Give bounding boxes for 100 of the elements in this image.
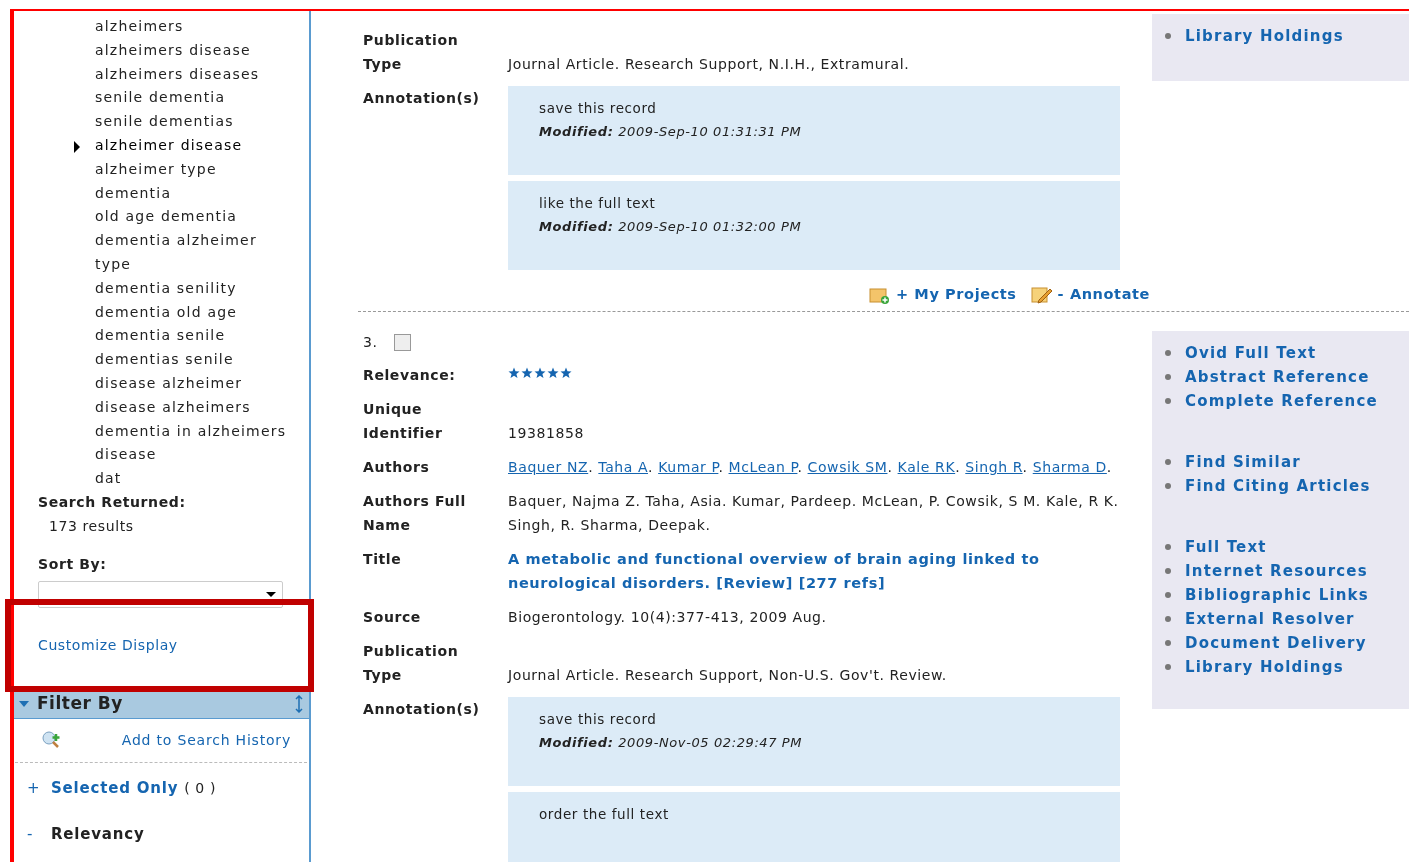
star-icon bbox=[547, 366, 559, 379]
search-term-link[interactable]: disease alzheimer bbox=[95, 371, 291, 396]
separator: . bbox=[718, 458, 724, 475]
filter-link[interactable]: Selected Only bbox=[51, 776, 179, 800]
bullet-icon bbox=[1165, 543, 1171, 550]
separator: . bbox=[1022, 458, 1028, 475]
search-term-link[interactable]: disease alzheimers bbox=[95, 395, 291, 420]
search-term-link[interactable]: alzheimers bbox=[95, 15, 291, 39]
record-checkbox[interactable] bbox=[393, 334, 411, 352]
field-label: Authors Full Name bbox=[363, 491, 467, 535]
search-term-link[interactable]: alzheimers diseases bbox=[95, 62, 291, 87]
resource-link[interactable]: External Resolver bbox=[1185, 607, 1355, 630]
filter-heading: Relevancy bbox=[51, 824, 145, 846]
expand-marker[interactable]: + bbox=[27, 776, 37, 800]
pointer-icon bbox=[74, 141, 80, 153]
record-action-link[interactable]: + My Projects bbox=[895, 284, 1017, 306]
separator: . bbox=[648, 458, 654, 475]
field-value: 19381858 bbox=[508, 423, 586, 443]
bullet-icon bbox=[1165, 567, 1171, 574]
search-term-link[interactable]: senile dementias bbox=[95, 110, 291, 134]
field-label: Source bbox=[363, 607, 422, 627]
modified-date: Modified: 2009-Sep-10 01:32:00 PM bbox=[539, 218, 803, 236]
field-label: Title bbox=[363, 549, 403, 569]
field-label: Publication Type bbox=[363, 31, 460, 74]
article-title-link[interactable]: A metabolic and functional overview of brain aging linked to neurological disorders. [Review] [277 refs] bbox=[508, 546, 1120, 595]
field-value: Journal Article. Research Support, N.I.H., Extramural. bbox=[508, 55, 911, 74]
star-icon bbox=[560, 366, 572, 379]
bullet-icon bbox=[1165, 373, 1171, 380]
search-term-link[interactable]: alzheimer disease bbox=[95, 134, 291, 158]
expand-marker[interactable]: - bbox=[27, 823, 37, 846]
resource-link[interactable]: Abstract Reference bbox=[1185, 365, 1370, 388]
separator: . bbox=[1106, 458, 1112, 475]
author-link[interactable]: Singh R bbox=[965, 458, 1023, 475]
author-link[interactable]: Baquer NZ bbox=[508, 458, 589, 475]
modified-date: Modified: 2009-Nov-05 02:29:47 PM bbox=[539, 733, 804, 752]
bullet-icon bbox=[1165, 639, 1171, 646]
search-term-link[interactable]: senile dementia bbox=[95, 86, 291, 111]
filter-by-title: Filter By bbox=[37, 692, 123, 716]
search-returned-label: Search Returned: bbox=[38, 492, 187, 512]
annotation-text: save this record bbox=[539, 709, 658, 729]
resource-link[interactable]: Ovid Full Text bbox=[1185, 341, 1317, 364]
bullet-icon bbox=[1165, 591, 1171, 598]
resource-link[interactable]: Internet Resources bbox=[1185, 559, 1368, 582]
modified-date: Modified: 2009-Sep-10 01:31:31 PM bbox=[539, 123, 803, 141]
record-action-link[interactable]: - Annotate bbox=[1057, 284, 1150, 306]
annotation-text: save this record bbox=[539, 99, 658, 118]
resource-link[interactable]: Library Holdings bbox=[1185, 655, 1344, 678]
author-link[interactable]: Kale RK bbox=[897, 458, 956, 475]
field-label: Annotation(s) bbox=[363, 89, 481, 108]
field-value: Biogerontology. 10(4):377-413, 2009 Aug. bbox=[508, 607, 828, 627]
caret-icon bbox=[266, 591, 276, 597]
bullet-icon bbox=[1165, 615, 1171, 622]
resource-link[interactable]: Full Text bbox=[1185, 535, 1267, 558]
bullet-icon bbox=[1165, 482, 1171, 489]
annotation-text: order the full text bbox=[539, 804, 670, 824]
search-term-link[interactable]: alzheimer type bbox=[95, 157, 291, 182]
search-term-link[interactable]: dementia senility bbox=[95, 276, 291, 301]
author-link[interactable]: Cowsik SM bbox=[807, 458, 888, 475]
resize-arrows-icon bbox=[295, 694, 303, 713]
bullet-icon bbox=[1165, 397, 1171, 404]
record-number: 3. bbox=[363, 333, 378, 353]
magnifier-plus-icon bbox=[41, 731, 63, 750]
field-label: Annotation(s) bbox=[363, 699, 481, 719]
author-link[interactable]: McLean P bbox=[728, 458, 798, 475]
customize-display-link[interactable]: Customize Display bbox=[38, 634, 309, 656]
author-link[interactable]: Taha A bbox=[598, 458, 648, 475]
search-term-link[interactable]: dementia senile bbox=[95, 324, 291, 349]
star-icon bbox=[521, 366, 533, 379]
search-term-link[interactable]: dementia bbox=[95, 181, 291, 206]
author-link[interactable]: Kumar P bbox=[658, 458, 719, 475]
author-link[interactable]: Sharma D bbox=[1032, 458, 1107, 475]
field-label: Relevance: bbox=[363, 365, 457, 385]
separator: . bbox=[797, 458, 803, 475]
resource-link[interactable]: Bibliographic Links bbox=[1185, 583, 1369, 606]
separator: . bbox=[887, 458, 893, 475]
separator: . bbox=[955, 458, 961, 475]
search-term-link[interactable]: dat bbox=[95, 467, 291, 491]
field-value: Baquer, Najma Z. Taha, Asia. Kumar, Pardeep. McLean, P. Cowsik, S M. Kale, R K. Singh, R. Sharma, Deepak. bbox=[508, 491, 1120, 535]
search-term-link[interactable]: dementia old age bbox=[95, 300, 291, 325]
search-term-link[interactable]: alzheimers disease bbox=[95, 38, 291, 63]
search-term-link[interactable]: old age dementia bbox=[95, 205, 291, 230]
field-label: Unique Identifier bbox=[363, 399, 444, 443]
note-pencil-icon bbox=[1030, 284, 1053, 305]
search-term-link[interactable]: dementias senile bbox=[95, 348, 291, 372]
annotation-text: like the full text bbox=[539, 194, 657, 213]
add-to-history-link[interactable]: Add to Search History bbox=[121, 729, 291, 751]
bullet-icon bbox=[1165, 349, 1171, 356]
resource-link[interactable]: Document Delivery bbox=[1185, 631, 1367, 654]
resource-link[interactable]: Library Holdings bbox=[1185, 24, 1344, 48]
resource-link[interactable]: Find Similar bbox=[1185, 450, 1301, 473]
bullet-icon bbox=[1165, 33, 1171, 39]
bullet-icon bbox=[1165, 458, 1171, 465]
field-value: Journal Article. Research Support, Non-U.S. Gov't. Review. bbox=[508, 665, 948, 685]
resource-link[interactable]: Complete Reference bbox=[1185, 389, 1378, 412]
field-label: Publication Type bbox=[363, 641, 460, 685]
field-label: Authors bbox=[363, 457, 431, 477]
bullet-icon bbox=[1165, 663, 1171, 670]
sort-select[interactable] bbox=[38, 580, 283, 608]
filter-count: ( 0 ) bbox=[184, 778, 216, 798]
resource-link[interactable]: Find Citing Articles bbox=[1185, 474, 1371, 497]
